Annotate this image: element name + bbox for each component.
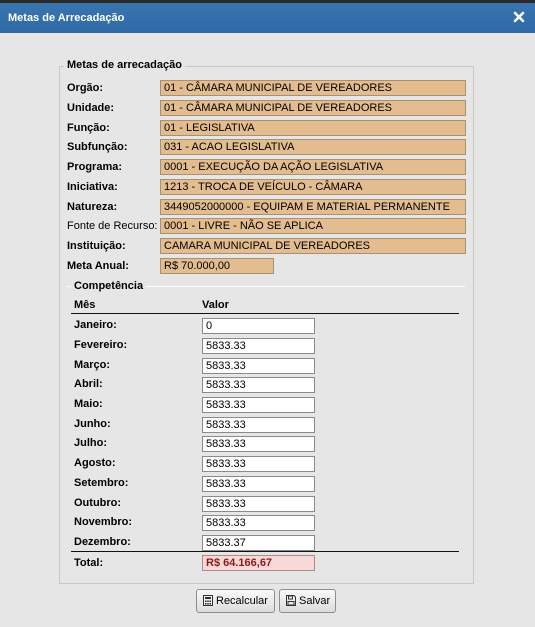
total-label: Total: [74, 557, 104, 569]
natureza-label: Natureza: [67, 201, 118, 213]
total-rule [71, 551, 459, 552]
salvar-label: Salvar [299, 595, 331, 607]
month-label-julho: Julho: [74, 437, 107, 449]
month-input-agosto[interactable] [202, 456, 315, 472]
month-label-setembro: Setembro: [74, 477, 129, 489]
metas-legend: Metas de arrecadação [64, 59, 185, 71]
unidade-label: Unidade: [67, 102, 115, 114]
subfuncao-field: 031 - ACAO LEGISLATIVA [160, 139, 466, 155]
month-label-agosto: Agosto: [74, 457, 116, 469]
month-input-outubro[interactable] [202, 496, 315, 512]
month-input-fevereiro[interactable] [202, 338, 315, 354]
month-input-maio[interactable] [202, 397, 315, 413]
meta-anual-label: Meta Anual: [67, 260, 129, 272]
month-input-abril[interactable] [202, 377, 315, 393]
mes-column-header: Mês [74, 299, 96, 311]
month-label-janeiro: Janeiro: [74, 319, 117, 331]
unidade-field: 01 - CÂMARA MUNICIPAL DE VEREADORES [160, 100, 466, 116]
month-label-fevereiro: Fevereiro: [74, 339, 128, 351]
orgao-field: 01 - CÂMARA MUNICIPAL DE VEREADORES [160, 80, 466, 96]
month-label-junho: Junho: [74, 418, 111, 430]
save-icon [286, 595, 299, 607]
month-input-marco[interactable] [202, 358, 315, 374]
month-label-outubro: Outubro: [74, 497, 122, 509]
month-label-novembro: Novembro: [74, 516, 133, 528]
month-input-janeiro[interactable] [202, 318, 315, 334]
instituicao-label: Instituição: [67, 240, 126, 252]
recalcular-button[interactable]: Recalcular [196, 589, 275, 613]
header-rule [71, 313, 459, 314]
fonte-recurso-label: Fonte de Recurso: [67, 220, 158, 232]
subfuncao-label: Subfunção: [67, 141, 128, 153]
funcao-label: Função: [67, 122, 110, 134]
programa-label: Programa: [67, 161, 123, 173]
total-value: R$ 64.166,67 [202, 555, 315, 571]
month-label-marco: Março: [74, 359, 111, 371]
natureza-field: 3449052000000 - EQUIPAM E MATERIAL PERMA… [160, 199, 466, 215]
dialog-titlebar[interactable]: Metas de Arrecadação [0, 3, 535, 33]
fonte-recurso-field: 0001 - LIVRE - NÃO SE APLICA [160, 218, 466, 234]
valor-column-header: Valor [202, 299, 229, 311]
month-input-julho[interactable] [202, 436, 315, 452]
month-label-maio: Maio: [74, 398, 103, 410]
month-input-novembro[interactable] [202, 515, 315, 531]
meta-anual-field: R$ 70.000,00 [160, 258, 274, 274]
calculator-icon [203, 595, 216, 607]
month-input-setembro[interactable] [202, 476, 315, 492]
month-input-dezembro[interactable] [202, 535, 315, 551]
orgao-label: Orgão: [67, 82, 104, 94]
iniciativa-field: 1213 - TROCA DE VEÍCULO - CÂMARA [160, 179, 466, 195]
close-icon[interactable] [512, 10, 526, 24]
month-label-abril: Abril: [74, 378, 103, 390]
instituicao-field: CAMARA MUNICIPAL DE VEREADORES [160, 238, 466, 254]
competencia-legend: Competência [71, 280, 147, 292]
month-input-junho[interactable] [202, 417, 315, 433]
salvar-button[interactable]: Salvar [279, 589, 336, 613]
funcao-field: 01 - LEGISLATIVA [160, 120, 466, 136]
dialog-title: Metas de Arrecadação [8, 12, 125, 24]
month-label-dezembro: Dezembro: [74, 536, 131, 548]
programa-field: 0001 - EXECUÇÃO DA AÇÃO LEGISLATIVA [160, 159, 466, 175]
iniciativa-label: Iniciativa: [67, 181, 118, 193]
recalcular-label: Recalcular [216, 595, 268, 607]
